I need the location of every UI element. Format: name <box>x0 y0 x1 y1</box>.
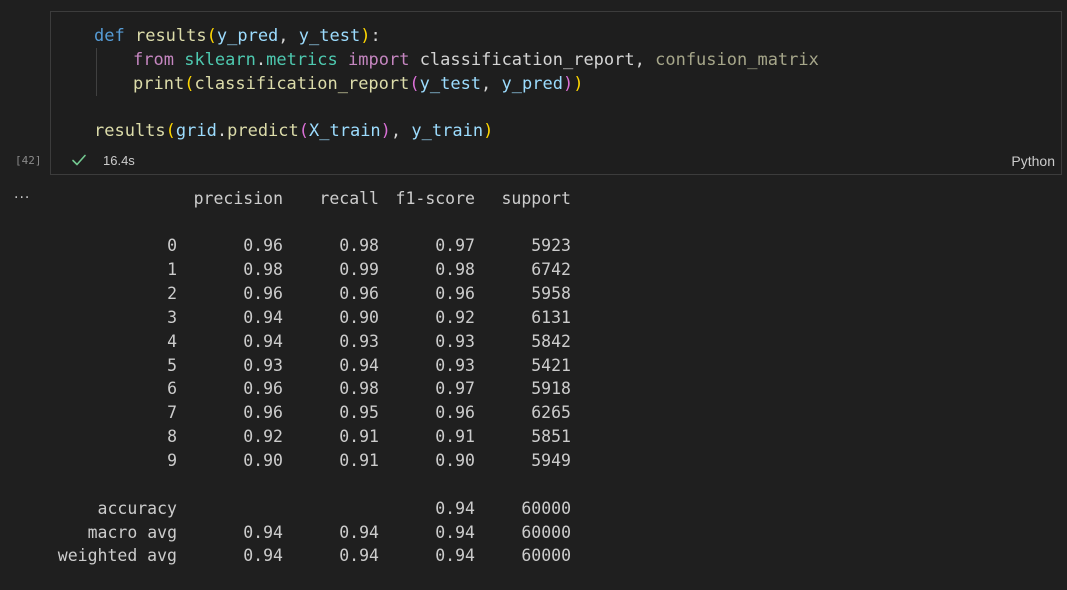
code-token: . <box>216 121 228 141</box>
report-value: 5851 <box>531 427 571 447</box>
report-value: 5421 <box>531 355 571 375</box>
code-line-3[interactable]: print(classification_report(y_test, y_pr… <box>133 72 583 96</box>
report-value: 60000 <box>521 546 571 565</box>
code-token: ) <box>380 121 391 141</box>
code-token: ( <box>184 74 195 94</box>
code-token: ( <box>298 121 310 141</box>
report-value: 60000 <box>521 499 571 518</box>
code-token: classification_report <box>419 50 635 70</box>
execution-count: [42] <box>15 154 42 167</box>
report-header: support <box>501 189 571 208</box>
report-value: 5918 <box>531 379 571 399</box>
code-token: print <box>133 74 185 94</box>
code-token: y_pred <box>216 26 279 46</box>
code-token: from <box>133 50 174 70</box>
execution-duration: 16.4s <box>103 153 135 168</box>
code-token: ) <box>573 74 584 94</box>
code-token: ) <box>360 26 371 46</box>
code-line-1[interactable]: def results(y_pred, y_test): <box>94 24 381 48</box>
code-token: ( <box>409 74 420 94</box>
indent-guide <box>96 48 97 96</box>
code-token: , <box>481 74 502 94</box>
code-token: , <box>278 26 299 46</box>
code-token: classification_report <box>194 74 410 94</box>
code-token: ( <box>165 121 176 141</box>
code-token: results <box>94 121 166 141</box>
report-value: 6131 <box>531 307 571 327</box>
code-token: . <box>255 50 267 70</box>
check-icon <box>72 154 86 166</box>
code-token: : <box>370 26 381 46</box>
report-value: 5923 <box>531 236 571 255</box>
language-picker[interactable]: Python <box>1011 153 1055 169</box>
code-line-4[interactable]: results(grid.predict(X_train), y_train) <box>94 119 493 143</box>
code-token: ) <box>562 74 574 94</box>
report-value: 60000 <box>521 522 571 542</box>
code-line-2[interactable]: from sklearn.metrics import classificati… <box>133 48 819 72</box>
code-token: y_test <box>419 74 482 94</box>
code-token: X_train <box>309 121 381 141</box>
code-token: def <box>94 26 125 46</box>
code-token: ) <box>483 121 494 141</box>
code-token: confusion_matrix <box>655 50 819 70</box>
report-value: 6265 <box>531 403 571 423</box>
code-token: , <box>634 50 656 70</box>
code-token: y_test <box>298 26 361 46</box>
report-value: 5958 <box>531 283 571 303</box>
report-value: 5949 <box>531 451 571 471</box>
code-token: results <box>134 26 207 46</box>
code-token: y_pred <box>501 74 563 94</box>
code-token: import <box>348 50 410 70</box>
code-token: ( <box>206 26 217 46</box>
code-token: metrics <box>266 50 338 70</box>
code-token: predict <box>227 121 299 141</box>
code-token: sklearn <box>184 50 256 70</box>
code-token: grid <box>175 121 217 141</box>
report-value: 5842 <box>531 331 571 351</box>
code-token: y_train <box>411 121 484 141</box>
report-value: 6742 <box>531 259 571 279</box>
code-token: , <box>390 121 412 141</box>
